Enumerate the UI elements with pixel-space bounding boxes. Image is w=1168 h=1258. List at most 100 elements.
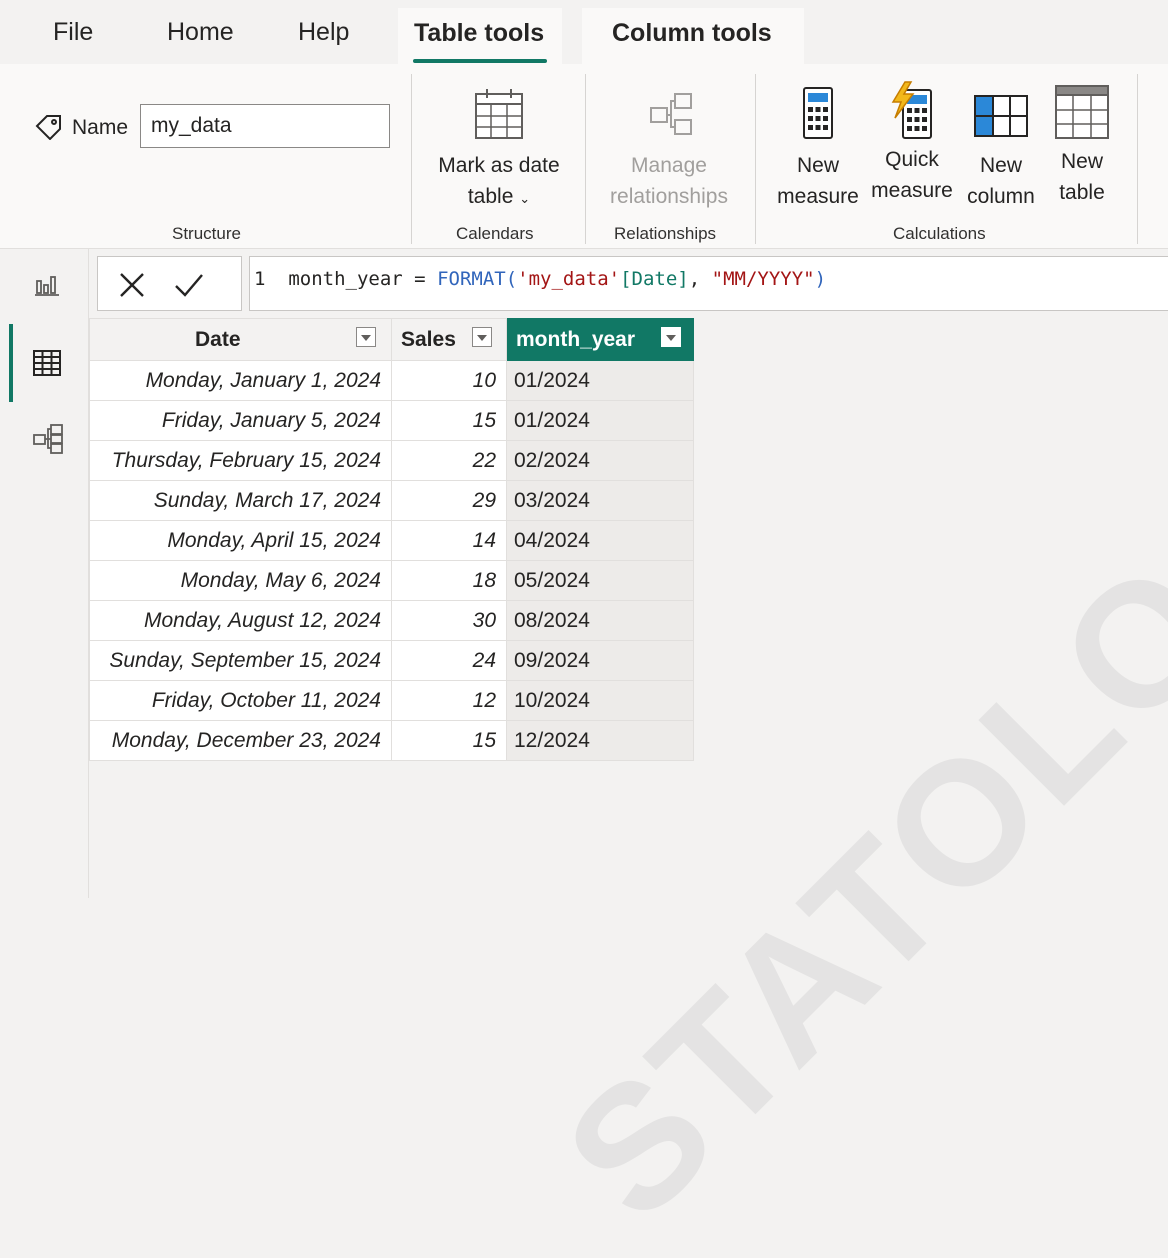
tab-home[interactable]: Home — [167, 18, 234, 47]
formula-function: FORMAT( — [437, 268, 518, 290]
new-column-button[interactable]: New column — [960, 86, 1042, 212]
cancel-x-icon[interactable] — [118, 271, 146, 299]
ribbon-tab-bar: File Home Help Table tools Column tools — [0, 0, 1168, 64]
chevron-down-icon: ⌄ — [519, 191, 531, 206]
tag-icon — [33, 112, 65, 145]
table-row: Sunday, September 15, 2024 24 09/2024 — [89, 640, 694, 681]
cell-month-year[interactable]: 03/2024 — [506, 480, 694, 521]
cell-month-year[interactable]: 01/2024 — [506, 400, 694, 441]
formula-line-number: 1 — [254, 268, 266, 290]
cell-date[interactable]: Monday, December 23, 2024 — [89, 720, 392, 761]
filter-dropdown-icon[interactable] — [661, 327, 681, 347]
filter-dropdown-icon[interactable] — [356, 327, 376, 347]
tab-column-tools[interactable]: Column tools — [612, 19, 772, 48]
ribbon-separator — [411, 74, 412, 244]
cell-month-year[interactable]: 02/2024 — [506, 440, 694, 481]
group-label-calendars: Calendars — [456, 224, 534, 243]
group-label-calculations: Calculations — [893, 224, 986, 243]
table-view-icon[interactable] — [32, 348, 62, 378]
mark-as-date-label-line2-text: table — [467, 185, 514, 208]
new-measure-label-line1: New — [796, 154, 839, 177]
cell-month-year[interactable]: 10/2024 — [506, 680, 694, 721]
table-name-input[interactable] — [140, 104, 390, 148]
manage-relationships-button[interactable]: Manage relationships — [600, 86, 738, 212]
ribbon: Name Structure Mark as date table ⌄ Cale… — [0, 64, 1168, 249]
cell-date[interactable]: Monday, August 12, 2024 — [89, 600, 392, 641]
report-view-icon[interactable] — [34, 271, 60, 297]
calculator-icon — [803, 87, 833, 139]
cell-month-year[interactable]: 12/2024 — [506, 720, 694, 761]
cell-sales[interactable]: 15 — [391, 400, 507, 441]
cell-date[interactable]: Monday, May 6, 2024 — [89, 560, 392, 601]
table-row: Monday, December 23, 2024 15 12/2024 — [89, 720, 694, 761]
cell-month-year[interactable]: 01/2024 — [506, 360, 694, 401]
column-header-label: Date — [195, 328, 241, 351]
cell-month-year[interactable]: 08/2024 — [506, 600, 694, 641]
table-row: Thursday, February 15, 2024 22 02/2024 — [89, 440, 694, 481]
cell-date[interactable]: Thursday, February 15, 2024 — [89, 440, 392, 481]
formula-close-paren: ) — [814, 268, 827, 290]
ribbon-separator — [1137, 74, 1138, 244]
tab-table-tools[interactable]: Table tools — [414, 19, 544, 48]
cell-sales[interactable]: 30 — [391, 600, 507, 641]
table-row: Monday, January 1, 2024 10 01/2024 — [89, 360, 694, 401]
table-row: Friday, January 5, 2024 15 01/2024 — [89, 400, 694, 441]
column-header-sales[interactable]: Sales — [391, 318, 507, 361]
ribbon-separator — [585, 74, 586, 244]
column-header-label: month_year — [516, 328, 636, 351]
formula-column-name: month_year — [288, 268, 403, 290]
table-row: Friday, October 11, 2024 12 10/2024 — [89, 680, 694, 721]
mark-as-date-table-button[interactable]: Mark as date table ⌄ — [425, 86, 573, 214]
cell-month-year[interactable]: 09/2024 — [506, 640, 694, 681]
formula-bar[interactable]: 1 month_year = FORMAT('my_data'[Date], "… — [249, 256, 1168, 311]
data-grid: Date Sales month_year Monday, January 1,… — [89, 318, 694, 761]
column-header-month-year[interactable]: month_year — [506, 318, 694, 361]
new-table-button[interactable]: New table — [1044, 82, 1120, 208]
formula-operator: = — [402, 268, 438, 290]
new-column-label-line2: column — [967, 185, 1035, 208]
cell-month-year[interactable]: 04/2024 — [506, 520, 694, 561]
cell-sales[interactable]: 12 — [391, 680, 507, 721]
active-view-indicator — [9, 324, 13, 402]
manage-relationships-label-line2: relationships — [610, 185, 728, 208]
model-view-icon[interactable] — [32, 423, 64, 455]
cell-month-year[interactable]: 05/2024 — [506, 560, 694, 601]
quick-measure-button[interactable]: Quick measure — [866, 80, 958, 206]
table-row: Monday, April 15, 2024 14 04/2024 — [89, 520, 694, 561]
table-row: Sunday, March 17, 2024 29 03/2024 — [89, 480, 694, 521]
cell-date[interactable]: Sunday, September 15, 2024 — [89, 640, 392, 681]
formula-table-ref: 'my_data' — [517, 268, 621, 290]
manage-relationships-label-line1: Manage — [631, 154, 707, 177]
cell-sales[interactable]: 22 — [391, 440, 507, 481]
mark-as-date-label-line1: Mark as date — [438, 154, 560, 177]
table-row: Monday, May 6, 2024 18 05/2024 — [89, 560, 694, 601]
cell-date[interactable]: Monday, April 15, 2024 — [89, 520, 392, 561]
quick-measure-label-line2: measure — [871, 179, 953, 202]
column-header-label: Sales — [401, 328, 456, 351]
active-tab-indicator — [413, 59, 547, 63]
tab-help[interactable]: Help — [298, 18, 349, 47]
new-measure-button[interactable]: New measure — [773, 86, 863, 212]
formula-column-ref: [Date] — [620, 268, 689, 290]
cell-date[interactable]: Friday, January 5, 2024 — [89, 400, 392, 441]
cell-sales[interactable]: 24 — [391, 640, 507, 681]
tab-file[interactable]: File — [53, 18, 93, 47]
commit-check-icon[interactable] — [174, 271, 204, 299]
cell-sales[interactable]: 29 — [391, 480, 507, 521]
formula-actions — [97, 256, 242, 311]
ribbon-separator — [755, 74, 756, 244]
manage-relationships-icon — [650, 93, 692, 135]
column-header-date[interactable]: Date — [89, 318, 392, 361]
cell-sales[interactable]: 14 — [391, 520, 507, 561]
cell-sales[interactable]: 10 — [391, 360, 507, 401]
cell-date[interactable]: Monday, January 1, 2024 — [89, 360, 392, 401]
quick-measure-icon — [891, 81, 932, 139]
new-table-icon — [1055, 85, 1109, 139]
mark-as-date-label-line2: table ⌄ — [425, 181, 573, 214]
cell-sales[interactable]: 15 — [391, 720, 507, 761]
cell-date[interactable]: Sunday, March 17, 2024 — [89, 480, 392, 521]
filter-dropdown-icon[interactable] — [472, 327, 492, 347]
cell-sales[interactable]: 18 — [391, 560, 507, 601]
name-label: Name — [72, 116, 129, 139]
cell-date[interactable]: Friday, October 11, 2024 — [89, 680, 392, 721]
